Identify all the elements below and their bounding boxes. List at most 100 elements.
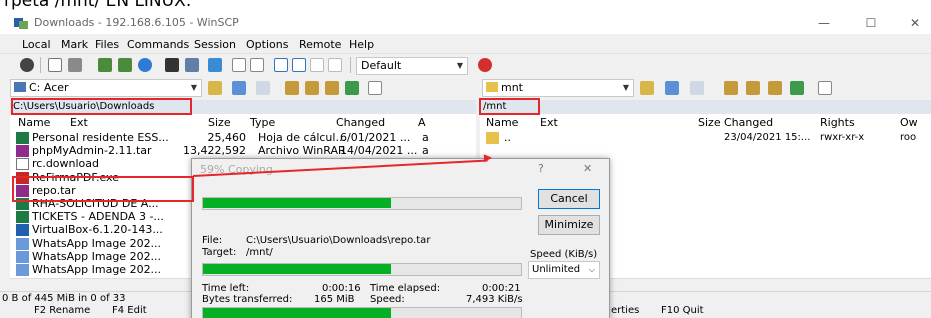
home-icon[interactable]: [325, 81, 339, 95]
file-name: VirtualBox-6.1.20-143...: [32, 223, 163, 237]
menu-files[interactable]: Files: [95, 38, 119, 51]
table-row[interactable]: phpMyAdmin-2.11.tar 13,422,592 Archivo Win…: [14, 144, 474, 158]
local-path-highlight: [11, 98, 192, 115]
properties-button[interactable]: erties: [611, 305, 639, 316]
find-files-icon[interactable]: [818, 81, 832, 95]
parent-folder-icon[interactable]: [724, 81, 738, 95]
col-attr[interactable]: A: [418, 116, 426, 129]
home-icon[interactable]: [768, 81, 782, 95]
transfer-icon[interactable]: [208, 58, 222, 72]
col-name[interactable]: Name: [18, 116, 50, 129]
col-ext[interactable]: Ext: [540, 116, 558, 129]
time-elapsed-value: 0:00:21: [482, 283, 521, 294]
cancel-button[interactable]: Cancel: [538, 189, 600, 209]
compare-icon[interactable]: [118, 58, 132, 72]
local-drive-select[interactable]: C: Acer ▼: [10, 79, 202, 97]
back-icon[interactable]: [232, 81, 246, 95]
check-icon[interactable]: [274, 58, 288, 72]
queue-icon[interactable]: [68, 58, 82, 72]
file-name: WhatsApp Image 202...: [32, 249, 162, 263]
forward-icon[interactable]: [690, 81, 704, 95]
col-size[interactable]: Size: [208, 116, 231, 129]
file-owner: roo: [900, 132, 917, 143]
open-folder-icon[interactable]: [208, 81, 222, 95]
parent-dir-icon: [486, 132, 499, 144]
root-folder-icon[interactable]: [305, 81, 319, 95]
invert-icon[interactable]: [292, 58, 306, 72]
file-attr: a: [422, 144, 429, 158]
winscp-window: Downloads - 192.168.6.105 - WinSCP — ☐ ✕…: [0, 12, 931, 318]
back-icon[interactable]: [665, 81, 679, 95]
speed-limit-select[interactable]: Unlimited ⌵: [528, 261, 600, 279]
minimize-button[interactable]: Minimize: [538, 215, 600, 235]
drive-icon: [14, 82, 26, 92]
toolbar-separator: [40, 57, 41, 73]
menu-local[interactable]: Local: [22, 38, 51, 51]
gear-icon[interactable]: [20, 58, 34, 72]
speed-value: 7,493 KiB/s: [466, 294, 523, 305]
target-label: Target:: [202, 247, 237, 258]
panel-icon[interactable]: [48, 58, 62, 72]
copy-progress-dialog: 59% Copying ? ✕ Cancel Minimize File: C:…: [191, 158, 610, 318]
sync-icon[interactable]: [98, 58, 112, 72]
table-row[interactable]: .. 23/04/2021 15:... rwxr-xr-x roo: [484, 131, 931, 145]
top-caption: rpeta /mnt/ EN LINUX:: [0, 0, 931, 12]
f4-edit-button[interactable]: F4 Edit: [112, 305, 147, 316]
terminal-icon[interactable]: [165, 58, 179, 72]
parent-folder-icon[interactable]: [285, 81, 299, 95]
transfer-profile-select[interactable]: Default ▼: [356, 57, 468, 75]
putty-icon[interactable]: [185, 58, 199, 72]
remote-folder-select[interactable]: mnt ▼: [482, 79, 634, 97]
forward-icon[interactable]: [256, 81, 270, 95]
open-folder-icon[interactable]: [640, 81, 654, 95]
time-elapsed-label: Time elapsed:: [370, 283, 441, 294]
col-ext[interactable]: Ext: [70, 116, 88, 129]
file-type: Hoja de cálcul...: [258, 131, 346, 144]
winscp-app-icon: [14, 18, 28, 29]
root-folder-icon[interactable]: [746, 81, 760, 95]
col-changed[interactable]: Changed: [336, 116, 385, 129]
selection-status: 0 B of 445 MiB in 0 of 33: [2, 293, 126, 304]
maximize-window-button[interactable]: ☐: [853, 12, 889, 34]
plus-icon[interactable]: [232, 58, 246, 72]
main-toolbar: Default ▼: [0, 53, 931, 77]
f10-quit-button[interactable]: F10 Quit: [661, 305, 704, 316]
table-row[interactable]: Personal residente ESS... 25,460 Hoja de c…: [14, 131, 474, 145]
file-size: 25,460: [207, 131, 247, 144]
dialog-close-button[interactable]: ✕: [583, 162, 592, 175]
excel-file-icon: [16, 211, 29, 224]
col-changed[interactable]: Changed: [724, 116, 773, 129]
chevron-down-icon: ▼: [190, 83, 197, 92]
minus-icon[interactable]: [250, 58, 264, 72]
refresh-icon[interactable]: [790, 81, 804, 95]
f2-rename-button[interactable]: F2 Rename: [34, 305, 90, 316]
menu-options[interactable]: Options: [246, 38, 288, 51]
remote-path-bar[interactable]: /mnt: [480, 100, 931, 114]
col-owner[interactable]: Ow: [900, 116, 918, 129]
refresh-icon[interactable]: [345, 81, 359, 95]
menu-session[interactable]: Session: [194, 38, 236, 51]
filter-icon[interactable]: [310, 58, 324, 72]
image-file-icon: [16, 264, 29, 276]
menu-commands[interactable]: Commands: [127, 38, 189, 51]
file-name: WhatsApp Image 202...: [32, 236, 162, 250]
find-files-icon[interactable]: [368, 81, 382, 95]
refresh-icon[interactable]: [138, 58, 152, 72]
minimize-window-button[interactable]: —: [806, 12, 842, 34]
menu-help[interactable]: Help: [349, 38, 374, 51]
col-type[interactable]: Type: [250, 116, 275, 129]
file-progress-fill: [203, 264, 391, 274]
col-name[interactable]: Name: [486, 116, 518, 129]
file-name: ..: [504, 131, 511, 144]
menu-mark[interactable]: Mark: [61, 38, 88, 51]
help-button[interactable]: ?: [538, 162, 544, 175]
col-size[interactable]: Size: [698, 116, 721, 129]
col-rights[interactable]: Rights: [820, 116, 855, 129]
window-title: Downloads - 192.168.6.105 - WinSCP: [34, 16, 239, 29]
speed-limit-value: Unlimited: [532, 264, 581, 275]
find-icon[interactable]: [328, 58, 342, 72]
speed-label: Speed:: [370, 294, 405, 305]
close-window-button[interactable]: ✕: [897, 12, 931, 34]
transfer-settings-icon[interactable]: [478, 58, 492, 72]
menu-remote[interactable]: Remote: [299, 38, 341, 51]
